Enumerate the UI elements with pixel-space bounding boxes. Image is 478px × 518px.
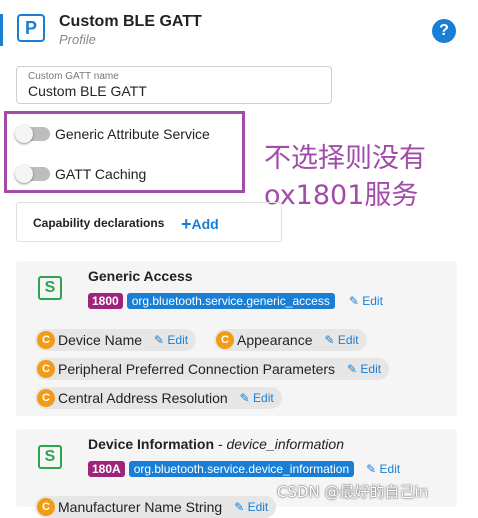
service-alias: - device_information <box>214 436 344 452</box>
service-name: Generic Access <box>88 268 193 284</box>
edit-characteristic-button[interactable]: ✎ Edit <box>234 500 268 514</box>
capability-declarations-label: Capability declarations <box>33 216 165 230</box>
service-icon: S <box>38 445 62 469</box>
characteristic-chip-manufacturer-name[interactable]: C Manufacturer Name String ✎ Edit <box>35 496 277 518</box>
edit-characteristic-button[interactable]: ✎ Edit <box>240 391 274 405</box>
edit-characteristic-button[interactable]: ✎ Edit <box>154 333 188 347</box>
pencil-icon: ✎ <box>234 500 248 514</box>
custom-gatt-name-input[interactable]: Custom BLE GATT <box>28 83 147 99</box>
pencil-icon: ✎ <box>366 462 380 476</box>
service-uuid-badge: 180A <box>88 461 125 477</box>
pencil-icon: ✎ <box>239 391 254 405</box>
profile-icon: P <box>17 14 45 42</box>
gatt-caching-label: GATT Caching <box>55 166 147 182</box>
plus-icon: + <box>181 214 192 234</box>
service-badges-row: 1800 org.bluetooth.service.generic_acces… <box>88 293 383 309</box>
characteristic-icon: C <box>37 498 55 516</box>
add-label: Add <box>191 216 219 232</box>
edit-characteristic-button[interactable]: ✎ Edit <box>347 362 381 376</box>
service-type-badge: org.bluetooth.service.generic_access <box>126 293 335 309</box>
service-badges-row: 180A org.bluetooth.service.device_inform… <box>88 461 400 477</box>
characteristic-icon: C <box>216 331 234 349</box>
service-type-badge: org.bluetooth.service.device_information <box>128 461 355 477</box>
service-uuid-badge: 1800 <box>88 293 123 309</box>
characteristic-icon: C <box>37 389 55 407</box>
characteristic-name: Peripheral Preferred Connection Paramete… <box>58 361 336 377</box>
edit-label: Edit <box>247 500 269 514</box>
characteristic-chip-appearance[interactable]: C Appearance ✎ Edit <box>214 329 367 351</box>
edit-service-button[interactable]: ✎ Edit <box>349 294 383 308</box>
help-icon[interactable]: ? <box>432 19 456 43</box>
watermark: CSDN @最好的自己in <box>277 483 429 501</box>
custom-gatt-name-label: Custom GATT name <box>28 71 119 82</box>
characteristic-name: Manufacturer Name String <box>58 499 223 515</box>
characteristic-chip-ppcp[interactable]: C Peripheral Preferred Connection Parame… <box>35 358 390 380</box>
pencil-icon: ✎ <box>324 333 338 347</box>
edit-label: Edit <box>360 362 382 376</box>
edit-label: Edit <box>362 294 383 308</box>
edit-label: Edit <box>379 462 401 476</box>
edit-label: Edit <box>253 391 274 405</box>
pencil-icon: ✎ <box>154 333 168 347</box>
selected-accent-bar <box>0 14 3 46</box>
characteristic-chip-central-address-resolution[interactable]: C Central Address Resolution ✎ Edit <box>35 387 282 409</box>
toggle-knob <box>15 125 33 143</box>
toggle-knob <box>15 165 33 183</box>
characteristic-name: Appearance <box>237 332 313 348</box>
service-name: Device Information <box>88 436 215 452</box>
characteristic-chip-device-name[interactable]: C Device Name ✎ Edit <box>35 329 197 351</box>
edit-service-button[interactable]: ✎ Edit <box>366 462 400 476</box>
edit-label: Edit <box>337 333 359 347</box>
pencil-icon: ✎ <box>348 294 363 308</box>
service-name-row: Device Information - device_information <box>88 436 344 452</box>
characteristic-name: Device Name <box>58 332 143 348</box>
edit-characteristic-button[interactable]: ✎ Edit <box>325 333 359 347</box>
pencil-icon: ✎ <box>347 362 361 376</box>
profile-subtitle: Profile <box>59 32 96 47</box>
edit-label: Edit <box>167 333 189 347</box>
service-icon: S <box>38 276 62 300</box>
characteristic-icon: C <box>37 331 55 349</box>
characteristic-name: Central Address Resolution <box>58 390 228 406</box>
characteristic-icon: C <box>37 360 55 378</box>
profile-title: Custom BLE GATT <box>59 13 202 30</box>
annotation-line-1: 不选择则没有 <box>264 143 426 174</box>
add-capability-button[interactable]: +Add <box>181 213 219 234</box>
generic-attribute-service-label: Generic Attribute Service <box>55 126 210 142</box>
annotation-line-2: ox1801服务 <box>264 180 419 211</box>
